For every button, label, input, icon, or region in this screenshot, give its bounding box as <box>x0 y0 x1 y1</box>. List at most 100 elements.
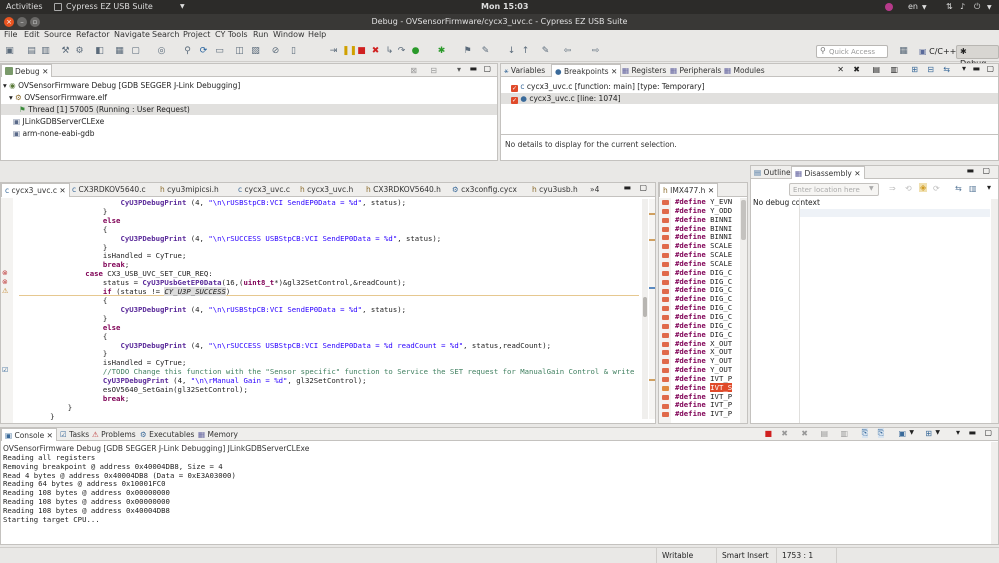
disconnect-icon[interactable]: ✖ <box>370 46 381 57</box>
build-icon[interactable]: ⚒ <box>60 46 71 57</box>
volume-icon[interactable]: ♪ <box>960 2 965 11</box>
remove-launch-icon[interactable]: ✖ <box>781 429 788 438</box>
run-icon[interactable]: ● <box>410 46 421 57</box>
more-tabs-button[interactable]: »4 <box>587 183 602 196</box>
expand-all-icon[interactable]: ⊞ <box>911 65 918 74</box>
collapse-icon[interactable]: ⊟ <box>430 66 437 75</box>
language-arrow-icon[interactable]: ▼ <box>922 4 927 11</box>
marker-icon[interactable]: ✎ <box>480 46 491 57</box>
tab-editor-cyu3mipicsi[interactable]: h cyu3mipicsi.h <box>157 183 222 196</box>
forward-icon[interactable]: ⇨ <box>590 46 601 57</box>
terminate-icon[interactable]: ■ <box>356 46 367 57</box>
breakpoint-marker-icon[interactable]: ⊗ <box>2 278 8 286</box>
new-class-icon[interactable]: ◧ <box>94 46 105 57</box>
code-text[interactable]: CyU3PDebugPrint (4, "\n\rUSBStpCB:VCI Se… <box>15 199 637 423</box>
menu-search[interactable]: Search <box>152 30 179 39</box>
dropdown-arrow-icon[interactable]: ▼ <box>869 185 874 192</box>
minimize-view-icon[interactable]: ▬ <box>469 64 477 73</box>
tab-editor-cx3config[interactable]: ⚙ cx3config.cycx <box>449 183 520 196</box>
breakpoint-marker-icon[interactable]: ⊗ <box>2 269 8 277</box>
go-to-file-icon[interactable]: ▥ <box>890 65 898 74</box>
instruction-stepping-icon[interactable]: ◈ <box>919 183 928 192</box>
close-icon[interactable]: ✕ <box>59 186 65 195</box>
collapse-all-icon[interactable]: ⊟ <box>927 65 934 74</box>
minimize-view-icon[interactable]: ▬ <box>972 64 980 73</box>
menu-cy-tools[interactable]: CY Tools <box>215 30 248 39</box>
open-file-icon[interactable]: ▦ <box>114 46 125 57</box>
link-icon[interactable]: ⇆ <box>943 65 950 74</box>
console-output[interactable]: Reading all registers Removing breakpoin… <box>3 453 236 524</box>
menu-run[interactable]: Run <box>253 30 268 39</box>
tab-outline[interactable]: ▤ Outline <box>751 166 794 179</box>
tool-icon[interactable]: ◫ <box>234 46 245 57</box>
tab-registers[interactable]: ▦ Registers <box>619 64 669 77</box>
tab-memory[interactable]: ▦ Memory <box>195 428 241 441</box>
breakpoint-item[interactable]: ✓ c cycx3_uvc.c [function: main] [type: … <box>511 81 705 92</box>
word-wrap-icon[interactable]: ⎘ <box>861 428 868 438</box>
close-icon[interactable]: ✕ <box>854 169 860 178</box>
remove-all-icon[interactable]: ✖ <box>801 429 808 438</box>
notification-icon[interactable] <box>885 3 893 11</box>
app-menu-name[interactable]: Cypress EZ USB Suite <box>66 2 153 11</box>
maximize-view-icon[interactable]: ▢ <box>986 64 994 73</box>
perspective-cc-button[interactable]: ▣ C/C++ <box>916 45 959 58</box>
suspend-icon[interactable]: ❚❚ <box>342 46 357 57</box>
tab-peripherals[interactable]: ▦ Peripherals <box>667 64 724 77</box>
overview-mark[interactable] <box>649 239 655 241</box>
layout-icon[interactable]: ▥ <box>969 184 977 193</box>
tree-item-launch[interactable]: ▾ ◉ OVSensorFirmware Debug [GDB SEGGER J… <box>3 80 240 91</box>
location-input[interactable]: Enter location here <box>789 183 879 196</box>
external-tools-icon[interactable]: ⚑ <box>462 46 473 57</box>
open-console-icon[interactable]: ⊞ <box>925 429 932 438</box>
open-perspective-icon[interactable]: ▦ <box>898 46 909 57</box>
tab-modules[interactable]: ▦ Modules <box>721 64 768 77</box>
maximize-view-icon[interactable]: ▢ <box>984 428 992 437</box>
back-icon[interactable]: ⇦ <box>562 46 573 57</box>
remove-breakpoint-icon[interactable]: ✕ <box>837 65 844 74</box>
close-icon[interactable]: ✕ <box>47 431 53 440</box>
header-scrollbar[interactable] <box>740 198 747 423</box>
tree-item-thread[interactable]: ⚑ Thread [1] 57005 (Running : User Reque… <box>1 104 497 115</box>
tab-disassembly[interactable]: ▦ Disassembly ✕ <box>791 166 865 179</box>
menu-edit[interactable]: Edit <box>24 30 40 39</box>
next-annotation-icon[interactable]: ↓ <box>506 46 517 57</box>
last-edit-icon[interactable]: ✎ <box>540 46 551 57</box>
pin-console-icon[interactable]: ▣ <box>898 429 906 438</box>
tree-item-elf[interactable]: ▾ ⚙ OVSensorFirmware.elf <box>9 92 107 103</box>
tab-breakpoints[interactable]: ● Breakpoints ✕ <box>551 64 622 77</box>
app-menu-arrow-icon[interactable]: ▼ <box>180 3 185 10</box>
tab-variables[interactable]: ⚹ Variables <box>501 64 548 77</box>
view-menu-icon[interactable]: ▾ <box>956 428 960 437</box>
drop-frame-icon[interactable]: ▯ <box>288 46 299 57</box>
new-folder-icon[interactable]: ▢ <box>130 46 141 57</box>
close-icon[interactable]: ✕ <box>42 67 48 76</box>
save-all-icon[interactable]: ▥ <box>40 46 51 57</box>
tab-editor-cx3rdkov5640-c[interactable]: c CX3RDKOV5640.c <box>69 183 149 196</box>
disassembly-scrollbar[interactable] <box>991 199 998 423</box>
tab-imx477-h[interactable]: h IMX477.h ✕ <box>659 183 719 197</box>
new-icon[interactable]: ▣ <box>4 46 15 57</box>
minimize-view-icon[interactable]: ▬ <box>968 428 976 437</box>
step-over-icon[interactable]: ↷ <box>396 46 407 57</box>
show-on-output-icon[interactable]: ⎘ <box>877 428 884 438</box>
save-icon[interactable]: ▤ <box>26 46 37 57</box>
network-icon[interactable]: ⇅ <box>946 2 953 11</box>
dropdown-arrow-icon[interactable]: ▼ <box>909 429 914 436</box>
tab-editor-cycx3-uvc[interactable]: c cycx3_uvc.c ✕ <box>1 183 70 197</box>
dropdown-arrow-icon[interactable]: ▼ <box>935 429 940 436</box>
terminate-icon[interactable]: ■ <box>764 429 772 438</box>
perspective-debug-button[interactable]: ✱ Debug <box>956 45 999 68</box>
overview-mark[interactable] <box>649 379 655 381</box>
menu-file[interactable]: File <box>4 30 17 39</box>
tab-editor-cx3rdkov5640-h[interactable]: h CX3RDKOV5640.h <box>363 183 444 196</box>
skip-breakpoints-icon[interactable]: ⊘ <box>270 46 281 57</box>
maximize-view-icon[interactable]: ▢ <box>483 64 491 73</box>
tree-item-gdb[interactable]: ▣ arm-none-eabi-gdb <box>13 128 95 139</box>
tab-editor-cycx3-uvc-2[interactable]: c cycx3_uvc.c <box>235 183 293 196</box>
view-menu-icon[interactable]: ▾ <box>457 65 461 74</box>
refresh-icon[interactable]: ⟳ <box>198 46 209 57</box>
close-icon[interactable]: ✕ <box>611 67 617 76</box>
view-icon[interactable]: ⇆ <box>955 184 962 193</box>
tree-item-gdbserver[interactable]: ▣ JLinkGDBServerCLExe <box>13 116 104 127</box>
tab-editor-cycx3-uvc-h[interactable]: h cycx3_uvc.h <box>297 183 356 196</box>
